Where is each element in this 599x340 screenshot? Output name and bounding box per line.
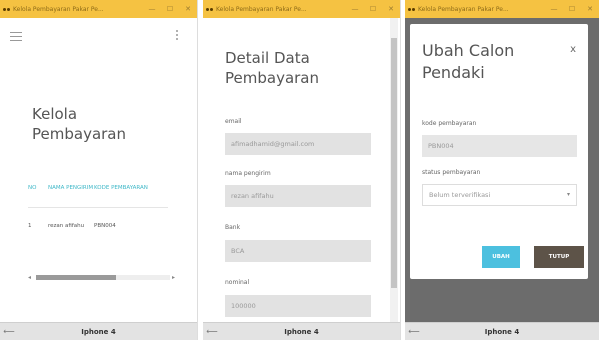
scroll-track[interactable]: [36, 274, 170, 280]
close-button[interactable]: ✕: [382, 5, 400, 13]
ubah-modal: Ubah Calon Pendaki x kode pembayaran PBN…: [410, 24, 588, 279]
back-arrow-icon[interactable]: ⟵: [405, 327, 423, 336]
vertical-scrollbar[interactable]: [390, 18, 398, 322]
maximize-button[interactable]: ☐: [563, 5, 581, 13]
back-arrow-icon[interactable]: ⟵: [0, 327, 18, 336]
scroll-left-icon[interactable]: ◂: [28, 274, 34, 281]
modal-title: Ubah Calon Pendaki: [422, 41, 515, 82]
kode-pembayaran-field[interactable]: PBN004: [422, 135, 577, 157]
device-footer: ⟵ Iphone 4: [203, 322, 400, 340]
maximize-button[interactable]: ☐: [161, 5, 179, 13]
minimize-button[interactable]: —: [545, 5, 563, 13]
back-arrow-icon[interactable]: ⟵: [203, 327, 221, 336]
nama-pengirim-field[interactable]: rezan afifahu: [225, 185, 371, 207]
tutup-button[interactable]: TUTUP: [534, 246, 584, 268]
phone-detail-pembayaran: Kelola Pembayaran Pakar Pe... — ☐ ✕ Deta…: [203, 0, 401, 340]
window-title: Kelola Pembayaran Pakar Pe...: [216, 5, 307, 13]
col-kode-pembayaran: KODE PEMBAYARAN: [94, 184, 148, 191]
minimize-button[interactable]: —: [346, 5, 364, 13]
payment-table: NO NAMA PENGIRIM KODE PEMBAYARAN 1 rezan…: [28, 168, 168, 244]
nominal-label: nominal: [225, 279, 250, 286]
page-title: Detail Data Pembayaran: [225, 49, 319, 87]
device-label: Iphone 4: [484, 327, 520, 336]
kebab-icon[interactable]: [176, 30, 179, 42]
col-nama-pengirim: NAMA PENGIRIM: [48, 184, 94, 191]
window-titlebar: Kelola Pembayaran Pakar Pe... — ☐ ✕: [203, 0, 400, 18]
email-field[interactable]: afimadhamid@gmail.com: [225, 133, 371, 155]
ubah-button[interactable]: UBAH: [482, 246, 520, 268]
status-pembayaran-select[interactable]: Belum terverifikasi ▾: [422, 184, 577, 206]
app-logo-icon: [206, 7, 213, 11]
table-header: NO NAMA PENGIRIM KODE PEMBAYARAN: [28, 168, 168, 208]
app-screen: Detail Data Pembayaran email afimadhamid…: [203, 18, 400, 322]
modal-overlay: Ubah Calon Pendaki x kode pembayaran PBN…: [405, 18, 599, 322]
col-no: NO: [28, 184, 37, 191]
chevron-down-icon: ▾: [566, 191, 570, 198]
cell-kode: PBN004: [94, 223, 116, 229]
hamburger-icon[interactable]: [10, 32, 22, 44]
window-titlebar: Kelola Pembayaran Pakar Pe... — ☐ ✕: [405, 0, 599, 18]
window-title: Kelola Pembayaran Pakar Pe...: [418, 5, 509, 13]
device-footer: ⟵ Iphone 4: [0, 322, 197, 340]
bank-field[interactable]: BCA: [225, 240, 371, 262]
window-title: Kelola Pembayaran Pakar Pe...: [13, 5, 104, 13]
scroll-thumb[interactable]: [36, 274, 117, 280]
device-label: Iphone 4: [81, 327, 116, 336]
phone-ubah-calon-pendaki: Kelola Pembayaran Pakar Pe... — ☐ ✕ Ubah…: [405, 0, 599, 340]
horizontal-scrollbar[interactable]: ◂ ▸: [28, 273, 178, 281]
cell-no: 1: [28, 223, 32, 229]
nominal-field[interactable]: 100000: [225, 295, 371, 317]
email-label: email: [225, 118, 242, 125]
status-pembayaran-value: Belum terverifikasi: [429, 191, 491, 199]
table-row[interactable]: 1 rezan afifahu PBN004: [28, 208, 168, 244]
minimize-button[interactable]: —: [143, 5, 161, 13]
cell-nama: rezan afifahu: [48, 223, 85, 229]
device-label: Iphone 4: [284, 327, 319, 336]
device-footer: ⟵ Iphone 4: [405, 322, 599, 340]
maximize-button[interactable]: ☐: [364, 5, 382, 13]
close-button[interactable]: ✕: [581, 5, 599, 13]
scroll-thumb[interactable]: [391, 38, 397, 288]
app-logo-icon: [3, 7, 10, 11]
scroll-right-icon[interactable]: ▸: [172, 274, 178, 281]
app-screen: Kelola Pembayaran NO NAMA PENGIRIM KODE …: [0, 18, 197, 322]
phone-kelola-pembayaran: Kelola Pembayaran Pakar Pe... — ☐ ✕ Kelo…: [0, 0, 198, 340]
close-button[interactable]: ✕: [179, 5, 197, 13]
kode-pembayaran-label: kode pembayaran: [422, 120, 477, 127]
page-title: Kelola Pembayaran: [32, 105, 126, 143]
status-pembayaran-label: status pembayaran: [422, 169, 481, 176]
app-logo-icon: [408, 7, 415, 11]
nama-pengirim-label: nama pengirim: [225, 170, 271, 177]
bank-label: Bank: [225, 224, 241, 231]
close-icon[interactable]: x: [570, 44, 576, 55]
window-titlebar: Kelola Pembayaran Pakar Pe... — ☐ ✕: [0, 0, 197, 18]
